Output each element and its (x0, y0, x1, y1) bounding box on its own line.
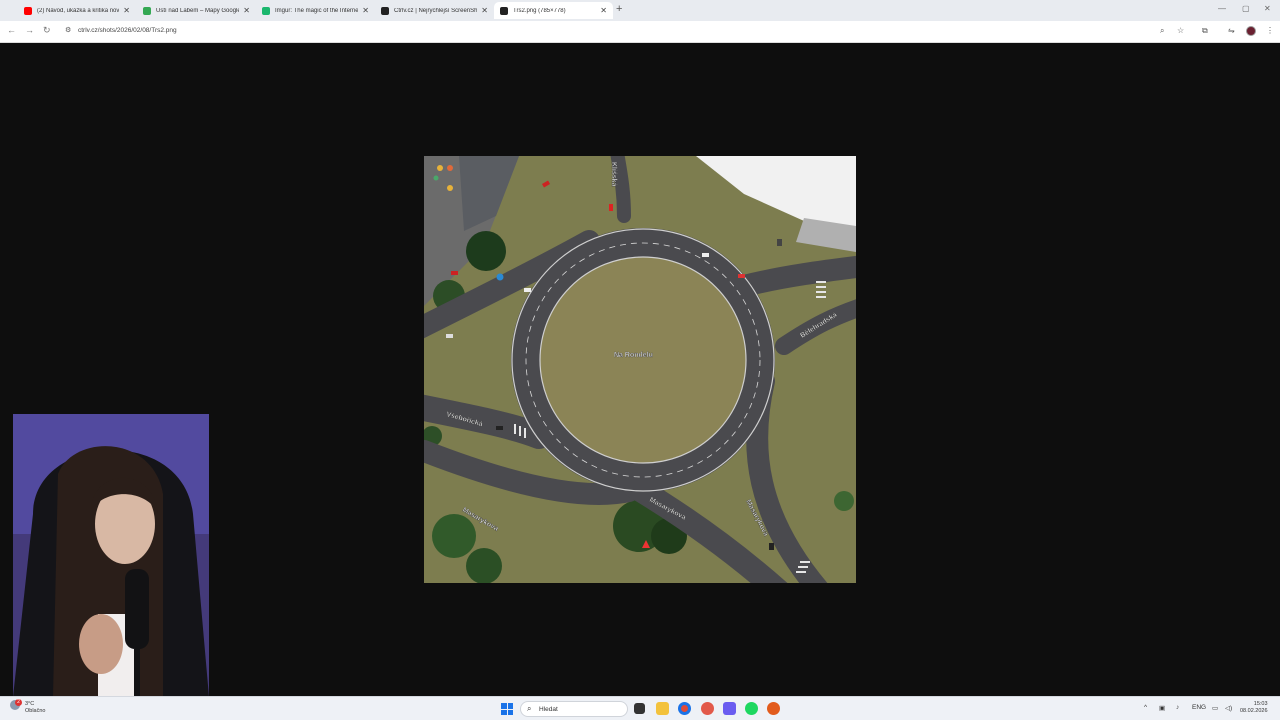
roundabout-aerial-photo: Na Rondelu Všebořická Bělehradská Masary… (424, 156, 856, 583)
new-tab-button[interactable]: + (616, 3, 622, 15)
extensions-icon[interactable]: ⧉ (1202, 26, 1208, 36)
language-indicator[interactable]: ENG (1192, 704, 1206, 711)
close-icon[interactable]: ✕ (362, 6, 369, 15)
browser-toolbar: ← → ↻ ⚙ ctrlv.cz/shots/2026/02/08/Trs2.p… (0, 21, 1280, 43)
spotify-icon[interactable] (745, 702, 758, 715)
streamer-webcam-feed (13, 414, 209, 697)
close-icon[interactable]: ✕ (481, 6, 488, 15)
address-url: ctrlv.cz/shots/2026/02/08/Trs2.png (78, 27, 177, 34)
minimize-icon[interactable]: — (1218, 4, 1226, 13)
volume-icon[interactable]: ◁) (1225, 704, 1232, 712)
browser-tab-strip: (2) Návod, ukázka a kritika nov ✕ Ústí n… (0, 0, 1280, 21)
forward-icon[interactable]: → (25, 25, 34, 35)
microphone-icon[interactable]: ♪ (1176, 704, 1179, 711)
menu-icon[interactable]: ⋮ (1266, 26, 1274, 35)
tab-trs2-image[interactable]: Trs2.png (785×778) ✕ (494, 2, 613, 19)
weather-temp: 3°C (25, 701, 35, 707)
tab-label: Trs2.png (785×778) (513, 7, 566, 14)
webcam-overlay (13, 414, 209, 697)
taskbar-search-input[interactable]: ⌕ Hledat (520, 701, 628, 717)
imgur-icon (262, 6, 270, 15)
tab-ctrlv[interactable]: Ctrlv.cz | Nejrychlejší ScreenSh ✕ (375, 2, 494, 19)
close-icon[interactable]: ✕ (123, 6, 130, 15)
task-view-icon[interactable] (634, 703, 645, 714)
google-maps-icon (143, 6, 151, 15)
youtube-icon (24, 6, 32, 15)
weather-desc: Oblačno (25, 708, 46, 714)
tray-overflow-icon[interactable]: ^ (1144, 704, 1147, 711)
windows-taskbar: 3°C Oblačno 2 ⌕ Hledat ^ ▣ ♪ ENG ▭ ◁) 15… (0, 696, 1280, 720)
map-label-center: Na Rondelu (614, 352, 653, 359)
tab-label: Ústí nad Labem – Mapy Google (156, 7, 240, 14)
image-icon (500, 6, 508, 15)
close-icon[interactable]: ✕ (243, 6, 250, 15)
close-icon[interactable]: ✕ (600, 6, 607, 15)
maximize-icon[interactable]: ▢ (1242, 4, 1250, 13)
site-info-icon[interactable]: ⚙ (65, 26, 71, 34)
brave-icon[interactable] (767, 702, 780, 715)
ctrlv-icon (381, 6, 389, 15)
app-icon[interactable] (701, 702, 714, 715)
search-placeholder: Hledat (539, 706, 558, 713)
clock-date: 08.02.2026 (1240, 708, 1268, 714)
search-icon: ⌕ (527, 704, 532, 713)
tab-label: (2) Návod, ukázka a kritika nov (37, 7, 120, 14)
tab-google-maps[interactable]: Ústí nad Labem – Mapy Google ✕ (137, 2, 256, 19)
bookmark-star-icon[interactable]: ☆ (1177, 26, 1184, 35)
map-label-north-road: Klíšská (610, 162, 617, 187)
tab-youtube[interactable]: (2) Návod, ukázka a kritika nov ✕ (18, 2, 136, 19)
zoom-icon[interactable]: ⌕ (1160, 26, 1164, 36)
close-window-icon[interactable]: ✕ (1264, 4, 1271, 13)
profile-sync-icon[interactable]: ⇋ (1228, 26, 1235, 35)
tab-label: Imgur: The magic of the Interne (275, 7, 359, 14)
address-bar[interactable]: ⚙ ctrlv.cz/shots/2026/02/08/Trs2.png (58, 24, 1198, 39)
aerial-map-image: Na Rondelu Všebořická Bělehradská Masary… (424, 156, 856, 583)
tab-imgur[interactable]: Imgur: The magic of the Interne ✕ (256, 2, 375, 19)
back-icon[interactable]: ← (7, 25, 16, 35)
tab-label: Ctrlv.cz | Nejrychlejší ScreenSh (394, 7, 478, 14)
avatar[interactable] (1246, 26, 1256, 36)
tray-app-icon[interactable]: ▣ (1159, 704, 1165, 712)
system-clock[interactable]: 15:03 08.02.2026 (1240, 701, 1268, 715)
clock-time: 15:03 (1253, 701, 1268, 707)
chrome-icon[interactable] (678, 702, 691, 715)
file-explorer-icon[interactable] (656, 702, 669, 715)
network-icon[interactable]: ▭ (1212, 704, 1218, 712)
windows-start-button[interactable] (501, 703, 513, 715)
notification-badge: 2 (15, 699, 22, 706)
discord-icon[interactable] (723, 702, 736, 715)
reload-icon[interactable]: ↻ (43, 25, 51, 36)
